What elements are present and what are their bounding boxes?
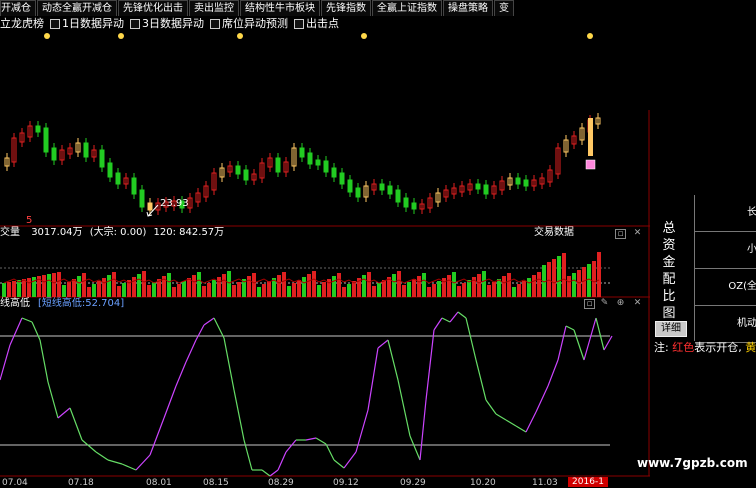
allocation-row: 机动 [695,306,756,343]
small-price-label: 5 [26,215,33,226]
detail-button[interactable]: 详细 [655,321,687,337]
indicator-line [0,311,613,477]
title-char: 图 [662,306,676,321]
buy-point-marker [585,159,596,170]
allocation-row: OZ(全 [695,269,756,306]
stock-chart [0,33,650,477]
title-char: 金 [662,255,676,270]
candlestick-series [4,113,601,215]
title-char: 资 [662,238,676,253]
color-note: 注: 红色表示开仓, 黄 [654,341,756,354]
indicator-close-icon[interactable]: ✕ [633,299,642,308]
indicator-value: [短线高低:52.704] [38,298,125,309]
site-watermark: www.7gpzb.com [637,456,748,470]
indicator-title: 线高低 [0,298,30,309]
allocation-table: 长小 OZ(全 机动 [694,195,756,343]
current-date-badge: 2016-1 [568,477,608,487]
title-char: 总 [662,221,676,236]
volume-bars [2,252,601,297]
indicator-settings-icon[interactable]: ✎ [600,299,609,308]
title-char: 配 [662,272,676,287]
indicator-zoom-icon[interactable]: ⊕ [616,299,625,308]
panel-close-icon[interactable]: ✕ [633,229,642,238]
fund-allocation-title: 总资金配比图 [657,220,681,322]
low-price-label: 23.93 [160,198,189,209]
panel-restore-icon[interactable]: ▫ [615,229,626,239]
trade-data-label: 交易数据 [534,227,574,238]
title-char: 比 [662,289,676,304]
allocation-row: 长 [695,195,756,232]
volume-header: 交量 3017.04万 (大宗: 0.00) 120: 842.57万 [0,227,225,238]
indicator-restore-icon[interactable]: ▫ [584,299,595,309]
event-markers [44,33,593,39]
allocation-row: 小 [695,232,756,269]
